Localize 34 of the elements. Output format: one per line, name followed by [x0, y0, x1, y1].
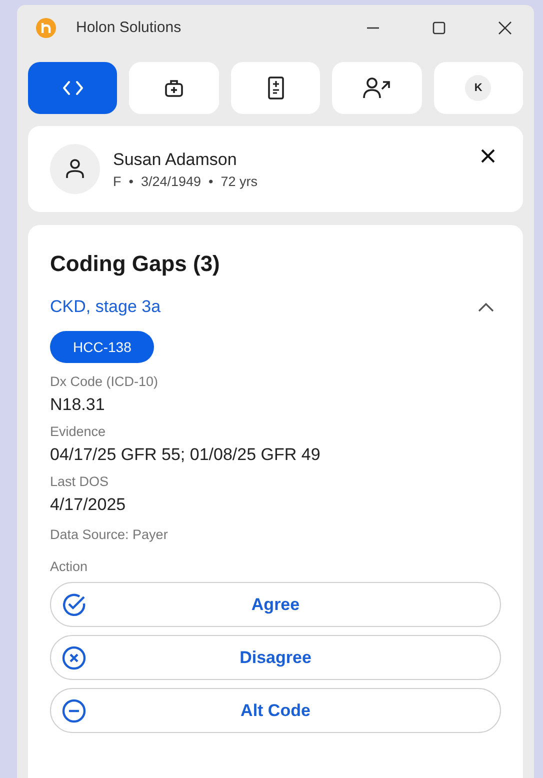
action-button[interactable]: Alt Code [50, 688, 501, 733]
close-icon[interactable] [497, 20, 513, 36]
field-label: Last DOS [50, 474, 110, 489]
patient-name: Susan Adamson [113, 150, 238, 170]
code-icon [62, 80, 84, 96]
field-value: N18.31 [50, 395, 106, 415]
logo-icon [36, 18, 56, 38]
field-value: 04/17/25 GFR 55; 01/08/25 GFR 49 [50, 445, 322, 465]
patient-details: F • 3/24/1949 • 72 yrs [113, 174, 258, 188]
x-circle-icon [61, 644, 87, 670]
gap-title[interactable]: CKD, stage 3a [50, 297, 161, 317]
document-icon [266, 76, 285, 100]
field-value: 4/17/2025 [50, 495, 127, 515]
medical-kit-icon [164, 78, 184, 98]
section-heading: Coding Gaps (3) [50, 251, 221, 277]
field-label: Evidence [50, 424, 107, 439]
action-label: Action [50, 559, 89, 574]
patient-avatar-icon [50, 144, 100, 194]
tab[interactable] [230, 62, 320, 114]
field-label: Dx Code (ICD-10) [50, 374, 160, 389]
user-arrow-icon [362, 76, 392, 100]
window-title: Holon Solutions [76, 19, 182, 36]
tab[interactable]: K [434, 62, 524, 114]
chevron-icon[interactable] [477, 301, 495, 313]
tab[interactable] [332, 62, 422, 114]
action-button[interactable]: Agree [50, 582, 501, 627]
close-icon[interactable] [481, 149, 495, 163]
hcc-tag: HCC-138 [50, 331, 154, 363]
check-circle-icon [61, 592, 87, 618]
tab[interactable] [129, 62, 219, 114]
action-button[interactable]: Disagree [50, 635, 501, 680]
maximize-icon[interactable] [431, 20, 447, 36]
minus-circle-icon [61, 698, 87, 724]
data-source-label: Data Source: Payer [50, 527, 169, 542]
